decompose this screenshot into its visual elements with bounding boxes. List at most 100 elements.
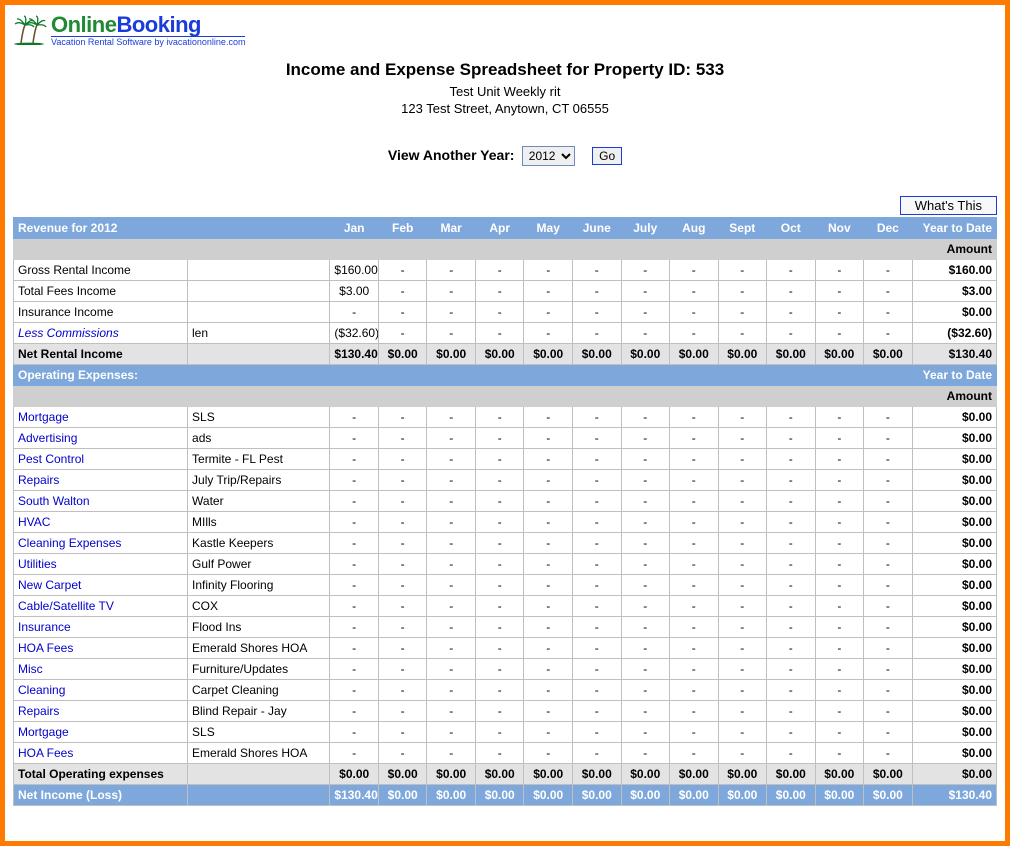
- cell: -: [767, 259, 816, 280]
- cell: -: [427, 259, 476, 280]
- logo-text: OnlineBooking Vacation Rental Software b…: [51, 13, 245, 48]
- cell: -: [767, 637, 816, 658]
- cell: -: [767, 595, 816, 616]
- cell: -: [378, 658, 427, 679]
- cell: -: [330, 511, 379, 532]
- ytd-cell: $0.00: [912, 469, 996, 490]
- expense-row-label[interactable]: Advertising: [14, 427, 188, 448]
- cell: $0.00: [378, 343, 427, 364]
- ytd-cell: $0.00: [912, 448, 996, 469]
- cell: $0.00: [670, 784, 719, 805]
- month-head: Apr: [475, 217, 524, 238]
- cell: -: [378, 427, 427, 448]
- cell: -: [815, 301, 864, 322]
- expense-row-label[interactable]: Cleaning: [14, 679, 188, 700]
- expense-row-label[interactable]: Repairs: [14, 469, 188, 490]
- cell: -: [621, 511, 670, 532]
- expense-row-label[interactable]: HOA Fees: [14, 742, 188, 763]
- cell: -: [330, 427, 379, 448]
- cell: -: [378, 574, 427, 595]
- ytd-label: Year to Date: [912, 364, 996, 385]
- ytd-cell: $0.00: [912, 301, 996, 322]
- cell: -: [524, 469, 573, 490]
- cell: -: [330, 700, 379, 721]
- expense-row-label[interactable]: Pest Control: [14, 448, 188, 469]
- cell: $0.00: [572, 343, 621, 364]
- cell: -: [718, 511, 767, 532]
- cell: -: [718, 658, 767, 679]
- expense-row-label[interactable]: Utilities: [14, 553, 188, 574]
- cell: $0.00: [815, 343, 864, 364]
- cell: -: [330, 658, 379, 679]
- expense-row-label[interactable]: Mortgage: [14, 721, 188, 742]
- cell: -: [572, 280, 621, 301]
- report-header: Income and Expense Spreadsheet for Prope…: [13, 60, 997, 116]
- cell: -: [670, 532, 719, 553]
- cell: -: [815, 406, 864, 427]
- expense-row-label[interactable]: Repairs: [14, 700, 188, 721]
- ytd-cell: $0.00: [912, 658, 996, 679]
- expense-row-label[interactable]: Insurance: [14, 616, 188, 637]
- go-button[interactable]: Go: [592, 147, 622, 165]
- cell: -: [670, 658, 719, 679]
- logo: OnlineBooking Vacation Rental Software b…: [13, 13, 997, 48]
- expense-row-label[interactable]: Misc: [14, 658, 188, 679]
- cell: -: [670, 637, 719, 658]
- expense-row-label[interactable]: South Walton: [14, 490, 188, 511]
- cell: -: [475, 469, 524, 490]
- expense-row-label[interactable]: HOA Fees: [14, 637, 188, 658]
- cell: -: [572, 700, 621, 721]
- month-head: Jan: [330, 217, 379, 238]
- cell: -: [670, 553, 719, 574]
- cell: -: [815, 553, 864, 574]
- ytd-cell: $0.00: [912, 721, 996, 742]
- year-select[interactable]: 2012: [522, 146, 575, 166]
- cell: -: [670, 595, 719, 616]
- cell: -: [670, 616, 719, 637]
- cell: -: [524, 700, 573, 721]
- cell: -: [572, 742, 621, 763]
- cell: -: [621, 448, 670, 469]
- row-label[interactable]: Less Commissions: [14, 322, 188, 343]
- cell: -: [670, 511, 719, 532]
- expense-row-label[interactable]: HVAC: [14, 511, 188, 532]
- cell: -: [475, 553, 524, 574]
- cell: -: [427, 700, 476, 721]
- cell: -: [475, 406, 524, 427]
- cell: -: [572, 658, 621, 679]
- cell: -: [572, 406, 621, 427]
- cell: -: [572, 721, 621, 742]
- cell: $0.00: [670, 763, 719, 784]
- cell: -: [718, 679, 767, 700]
- cell: -: [718, 616, 767, 637]
- cell: -: [475, 595, 524, 616]
- ytd-cell: $0.00: [912, 553, 996, 574]
- expense-row-label[interactable]: Mortgage: [14, 406, 188, 427]
- cell: -: [524, 721, 573, 742]
- cell: -: [475, 742, 524, 763]
- cell: -: [718, 742, 767, 763]
- cell: $0.00: [378, 784, 427, 805]
- cell: -: [815, 700, 864, 721]
- cell: -: [767, 658, 816, 679]
- cell: $0.00: [718, 343, 767, 364]
- cell: -: [864, 616, 913, 637]
- cell: -: [767, 616, 816, 637]
- cell: -: [621, 490, 670, 511]
- cell: -: [330, 679, 379, 700]
- cell: -: [572, 574, 621, 595]
- cell: -: [767, 742, 816, 763]
- expense-row-label[interactable]: Cable/Satellite TV: [14, 595, 188, 616]
- logo-online: Online: [51, 12, 116, 37]
- cell: -: [475, 700, 524, 721]
- expense-row-label[interactable]: Cleaning Expenses: [14, 532, 188, 553]
- cell: -: [670, 742, 719, 763]
- cell: -: [572, 616, 621, 637]
- cell: -: [670, 301, 719, 322]
- row-label: Insurance Income: [14, 301, 188, 322]
- cell: -: [427, 301, 476, 322]
- whats-this-button[interactable]: What's This: [900, 196, 997, 215]
- cell: -: [864, 322, 913, 343]
- expense-row-label[interactable]: New Carpet: [14, 574, 188, 595]
- expense-row-note: Carpet Cleaning: [188, 679, 330, 700]
